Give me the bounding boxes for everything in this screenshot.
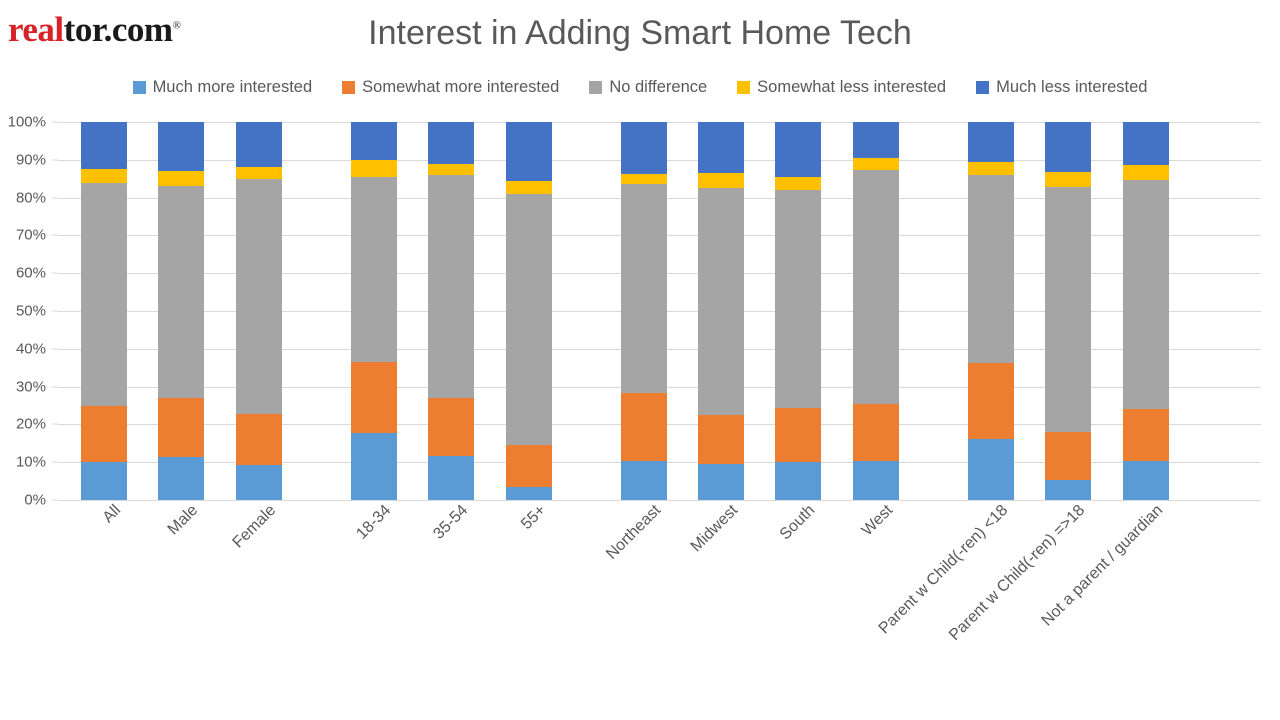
bar-segment[interactable]	[1045, 171, 1092, 188]
bar-segment[interactable]	[235, 166, 282, 179]
bar-segment[interactable]	[81, 168, 127, 183]
bar-segment[interactable]	[1122, 179, 1169, 409]
bar-segment[interactable]	[350, 176, 397, 363]
y-axis-tick-label: 50%	[15, 302, 46, 320]
bar-stack[interactable]	[620, 122, 667, 500]
bar-segment[interactable]	[968, 174, 1014, 364]
bar-segment[interactable]	[350, 362, 397, 434]
bar-segment[interactable]	[698, 188, 745, 415]
bar-segment[interactable]	[852, 403, 899, 462]
bar-segment[interactable]	[620, 173, 667, 184]
bar-segment[interactable]	[852, 157, 899, 171]
bar-segment[interactable]	[505, 180, 552, 194]
bar-segment[interactable]	[81, 122, 127, 169]
bar-segment[interactable]	[428, 174, 475, 398]
bar-segment[interactable]	[235, 413, 282, 465]
y-axis-tick-label: 30%	[15, 378, 46, 396]
bar-segment[interactable]	[81, 182, 127, 407]
bar-segment[interactable]	[158, 171, 205, 187]
bar-segment[interactable]	[1045, 187, 1092, 432]
bar-segment[interactable]	[81, 406, 127, 463]
bar-segment[interactable]	[235, 178, 282, 414]
y-axis-tick-label: 0%	[24, 491, 46, 509]
bar-stack[interactable]	[852, 122, 899, 500]
x-axis-category-label-text: Midwest	[687, 501, 742, 556]
bar-segment[interactable]	[505, 122, 552, 181]
x-axis-category-label-text: 55+	[517, 501, 549, 533]
y-axis-tick-label: 20%	[15, 415, 46, 433]
bar-segment[interactable]	[428, 397, 475, 457]
x-axis-category-label-text: All	[99, 501, 125, 527]
bar-segment[interactable]	[968, 122, 1014, 163]
bar-stack[interactable]	[698, 122, 745, 500]
y-axis: 0% 10% 20% 30% 40% 50% 60% 70% 80% 90% 100%	[0, 112, 58, 509]
x-axis-category-label-text: Northeast	[602, 501, 665, 563]
bar-segment[interactable]	[158, 186, 205, 398]
bar-segment[interactable]	[620, 183, 667, 394]
bar-segment[interactable]	[968, 438, 1014, 500]
bar-segment[interactable]	[350, 433, 397, 500]
x-axis-labels: All Male Female 18-34 35-54 55+ Northeast Midwe…	[58, 500, 1261, 720]
bar-segment[interactable]	[775, 190, 822, 409]
bar-segment[interactable]	[158, 122, 205, 172]
y-axis-tick-label: 60%	[15, 264, 46, 282]
bar-segment[interactable]	[698, 414, 745, 465]
x-axis-category-label-text: 35-54	[430, 501, 472, 543]
bar-segment[interactable]	[158, 397, 205, 457]
bar-segment[interactable]	[235, 122, 282, 167]
bar-segment[interactable]	[698, 122, 745, 174]
bar-segment[interactable]	[775, 176, 822, 191]
bar-segment[interactable]	[620, 393, 667, 462]
x-axis-category-label-text: West	[858, 501, 896, 540]
bar-stack[interactable]	[968, 122, 1014, 500]
y-axis-tick-label: 40%	[15, 340, 46, 358]
x-axis-category-label-text: Male	[165, 501, 202, 539]
y-axis-tick-label: 70%	[15, 226, 46, 244]
bar-stack[interactable]	[428, 122, 475, 500]
bar-segment[interactable]	[505, 193, 552, 446]
bar-segment[interactable]	[1122, 165, 1169, 180]
bar-segment[interactable]	[350, 159, 397, 177]
bar-segment[interactable]	[775, 408, 822, 462]
x-axis-category-label-text: South	[777, 501, 819, 544]
bar-segment[interactable]	[698, 173, 745, 189]
bar-segment[interactable]	[505, 445, 552, 488]
x-axis-category-label-text: Parent w Child(-ren) =>18	[946, 501, 1089, 644]
bar-stack[interactable]	[81, 122, 127, 500]
bar-segment[interactable]	[852, 170, 899, 404]
y-axis-tick-label: 80%	[15, 189, 46, 207]
chart-plot-wrapper: 0% 10% 20% 30% 40% 50% 60% 70% 80% 90% 100% All Mal…	[0, 0, 1280, 720]
bar-segment[interactable]	[428, 163, 475, 175]
bar-segment[interactable]	[1122, 122, 1169, 166]
bar-stack[interactable]	[775, 122, 822, 500]
bar-segment[interactable]	[1045, 122, 1092, 172]
x-axis-category-label-text: Female	[229, 501, 279, 552]
y-axis-tick-label: 90%	[15, 151, 46, 169]
bar-stack[interactable]	[505, 122, 552, 500]
y-axis-tick-label: 100%	[7, 113, 46, 131]
x-axis-category-label-text: Parent w Child(-ren) <18	[875, 501, 1012, 638]
bar-segment[interactable]	[968, 162, 1014, 175]
x-axis-category-label-text: 18-34	[353, 501, 395, 543]
bar-segment[interactable]	[968, 363, 1014, 439]
bar-segment[interactable]	[428, 122, 475, 164]
bar-segment[interactable]	[852, 122, 899, 158]
bar-stack[interactable]	[158, 122, 205, 500]
bar-segment[interactable]	[350, 122, 397, 160]
bar-stack[interactable]	[235, 122, 282, 500]
y-axis-tick-label: 10%	[15, 453, 46, 471]
bar-segment[interactable]	[620, 122, 667, 174]
bar-segment[interactable]	[775, 122, 822, 177]
bar-stack[interactable]	[350, 122, 397, 500]
